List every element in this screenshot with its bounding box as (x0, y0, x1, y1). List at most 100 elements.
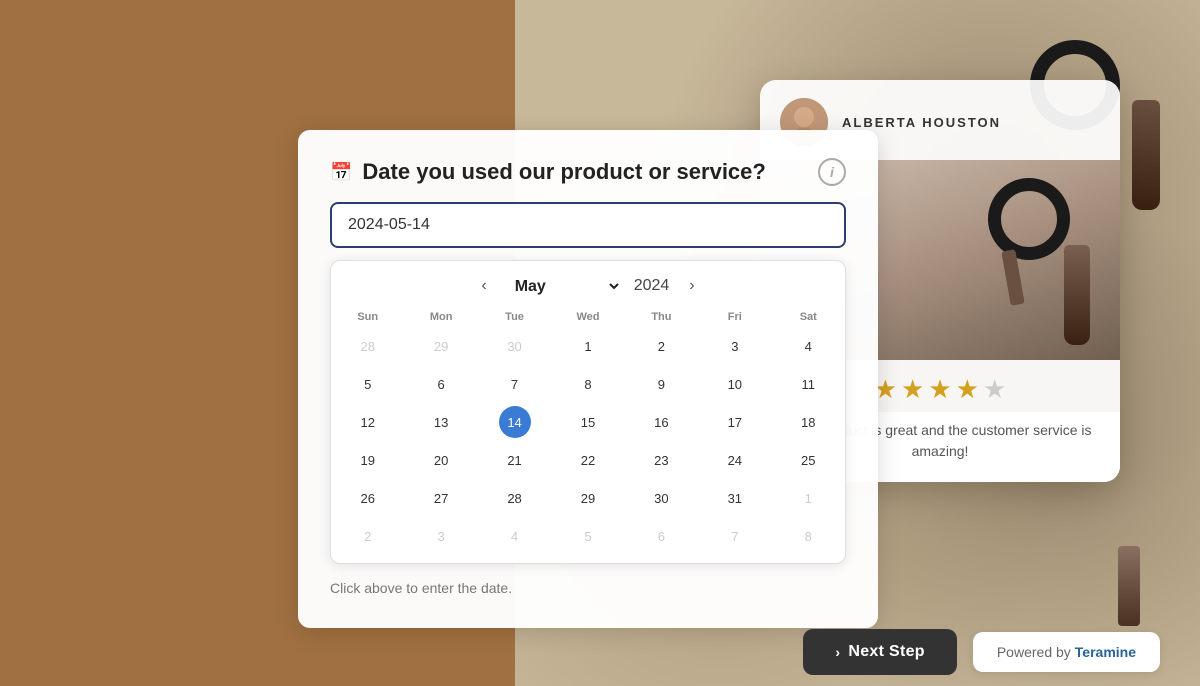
form-title: Date you used our product or service? (362, 159, 765, 185)
calendar-cell: 29 (404, 327, 477, 365)
year-display: 2024 (634, 277, 670, 295)
calendar-day[interactable]: 13 (425, 406, 457, 438)
calendar-day[interactable]: 24 (719, 444, 751, 476)
calendar-cell: 5 (551, 517, 624, 555)
ring-decoration (988, 178, 1070, 260)
calendar-day[interactable]: 14 (499, 406, 531, 438)
calendar-cell: 4 (772, 327, 845, 365)
date-input[interactable] (330, 202, 846, 248)
form-title-row: 📅 Date you used our product or service? … (330, 158, 846, 186)
star-4[interactable]: ★ (956, 376, 979, 402)
calendar-day[interactable]: 25 (792, 444, 824, 476)
calendar-cell: 4 (478, 517, 551, 555)
calendar-week-2: 12 13 14 15 16 17 18 (331, 403, 845, 441)
calendar-day[interactable]: 6 (645, 520, 677, 552)
reviewer-name: ALBERTA HOUSTON (842, 115, 1001, 130)
calendar-cell: 10 (698, 365, 771, 403)
calendar-day[interactable]: 11 (792, 368, 824, 400)
calendar-week-0: 28 29 30 1 2 3 4 (331, 327, 845, 365)
calendar-day[interactable]: 6 (425, 368, 457, 400)
calendar-day[interactable]: 7 (719, 520, 751, 552)
calendar-cell: 3 (404, 517, 477, 555)
next-step-label: Next Step (848, 643, 925, 661)
info-icon[interactable]: i (818, 158, 846, 186)
calendar-day[interactable]: 26 (352, 482, 384, 514)
calendar-cell: 8 (551, 365, 624, 403)
calendar-cell: 6 (625, 517, 698, 555)
calendar-day[interactable]: 4 (499, 520, 531, 552)
star-5[interactable]: ★ (983, 376, 1006, 402)
stars-row: ★ ★ ★ ★ ★ (874, 376, 1007, 402)
calendar-day[interactable]: 22 (572, 444, 604, 476)
calendar-cell: 14 (478, 403, 551, 441)
calendar-day[interactable]: 1 (572, 330, 604, 362)
day-header-tue: Tue (478, 307, 551, 327)
calendar-day[interactable]: 27 (425, 482, 457, 514)
day-header-thu: Thu (625, 307, 698, 327)
calendar-cell: 30 (625, 479, 698, 517)
calendar-day[interactable]: 2 (645, 330, 677, 362)
calendar-cell: 8 (772, 517, 845, 555)
calendar-cell: 27 (404, 479, 477, 517)
day-header-sat: Sat (772, 307, 845, 327)
calendar-day[interactable]: 19 (352, 444, 384, 476)
calendar-week-1: 5 6 7 8 9 10 11 (331, 365, 845, 403)
days-header-row: Sun Mon Tue Wed Thu Fri Sat (331, 307, 845, 327)
month-select[interactable]: January February March April May June Ju… (507, 275, 622, 298)
calendar-day[interactable]: 8 (572, 368, 604, 400)
calendar-cell: 11 (772, 365, 845, 403)
calendar-day[interactable]: 30 (499, 330, 531, 362)
calendar-day[interactable]: 2 (352, 520, 384, 552)
form-title-left: 📅 Date you used our product or service? (330, 159, 766, 185)
calendar-day[interactable]: 8 (792, 520, 824, 552)
calendar-day[interactable]: 23 (645, 444, 677, 476)
calendar-day[interactable]: 16 (645, 406, 677, 438)
calendar-day[interactable]: 7 (499, 368, 531, 400)
calendar-day[interactable]: 5 (352, 368, 384, 400)
calendar-day[interactable]: 3 (719, 330, 751, 362)
calendar-day[interactable]: 21 (499, 444, 531, 476)
calendar-cell: 20 (404, 441, 477, 479)
calendar-day[interactable]: 29 (425, 330, 457, 362)
calendar-day[interactable]: 1 (792, 482, 824, 514)
calendar-week-4: 26 27 28 29 30 31 1 (331, 479, 845, 517)
calendar-cell: 26 (331, 479, 404, 517)
star-2[interactable]: ★ (901, 376, 924, 402)
calendar-cell: 28 (478, 479, 551, 517)
calendar-cell: 5 (331, 365, 404, 403)
calendar-day[interactable]: 31 (719, 482, 751, 514)
calendar-cell: 24 (698, 441, 771, 479)
calendar-day[interactable]: 30 (645, 482, 677, 514)
calendar-cell: 2 (625, 327, 698, 365)
calendar-cell: 23 (625, 441, 698, 479)
calendar-body: 2829301234567891011121314151617181920212… (331, 327, 845, 555)
bottle-decoration (1064, 245, 1090, 345)
calendar-cell: 28 (331, 327, 404, 365)
calendar-day[interactable]: 28 (352, 330, 384, 362)
calendar-cell: 25 (772, 441, 845, 479)
calendar-day[interactable]: 5 (572, 520, 604, 552)
arrow-right-icon: › (835, 644, 840, 660)
calendar-day[interactable]: 15 (572, 406, 604, 438)
calendar-day[interactable]: 3 (425, 520, 457, 552)
day-header-wed: Wed (551, 307, 624, 327)
prev-month-button[interactable]: ‹ (473, 273, 494, 299)
calendar-day[interactable]: 12 (352, 406, 384, 438)
calendar-day[interactable]: 9 (645, 368, 677, 400)
calendar-icon: 📅 (330, 162, 352, 183)
calendar-day[interactable]: 10 (719, 368, 751, 400)
calendar-cell: 31 (698, 479, 771, 517)
calendar-cell: 19 (331, 441, 404, 479)
calendar-cell: 6 (404, 365, 477, 403)
calendar-day[interactable]: 29 (572, 482, 604, 514)
star-3[interactable]: ★ (928, 376, 951, 402)
calendar-day[interactable]: 4 (792, 330, 824, 362)
calendar-day[interactable]: 28 (499, 482, 531, 514)
calendar-day[interactable]: 17 (719, 406, 751, 438)
calendar-day[interactable]: 18 (792, 406, 824, 438)
calendar-cell: 7 (698, 517, 771, 555)
calendar-cell: 16 (625, 403, 698, 441)
next-step-button[interactable]: › Next Step (803, 629, 956, 675)
next-month-button[interactable]: › (681, 273, 702, 299)
calendar-day[interactable]: 20 (425, 444, 457, 476)
